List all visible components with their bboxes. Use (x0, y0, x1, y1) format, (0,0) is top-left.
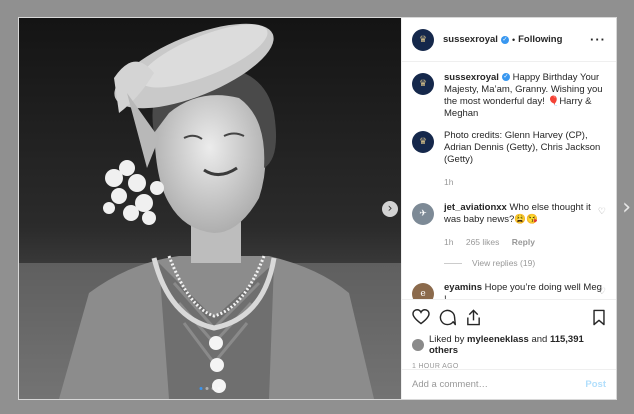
comment-username[interactable]: eyamins (444, 282, 482, 293)
comment-like-icon[interactable]: ♡ (598, 286, 606, 297)
comment-username[interactable]: jet_aviationxx (444, 202, 507, 213)
following-button[interactable]: Following (518, 34, 562, 45)
carousel-dot (199, 387, 203, 390)
caption-credits: ♛ Photo credits: Glenn Harvey (CP), Adri… (412, 130, 606, 188)
liked-prefix: Liked by (429, 334, 465, 345)
comment-text: Photo credits: Glenn Harvey (CP), Adrian… (444, 130, 601, 165)
comments-list: ♛ sussexroyal ✓ Happy Birthday Your Majes… (402, 62, 616, 299)
view-replies-button[interactable]: View replies (19) (444, 258, 606, 268)
like-heart-icon[interactable] (412, 309, 430, 325)
royal-monogram-icon[interactable]: ♛ (412, 131, 434, 153)
comment-like-icon[interactable]: ♡ (598, 206, 606, 217)
carousel-dot (205, 387, 209, 390)
comment-item: ✈ jet_aviationxx Who else thought it was… (412, 202, 606, 248)
bookmark-icon[interactable] (592, 309, 606, 326)
royal-monogram-icon[interactable]: ♛ (412, 73, 434, 95)
photo-next-icon[interactable]: › (382, 201, 398, 217)
liked-user-link[interactable]: myleeneklass (467, 334, 529, 345)
royal-monogram-icon[interactable]: ♛ (412, 28, 434, 51)
post-sidebar: ♛ sussexroyal ✓ • Following ··· ♛ sussex… (401, 18, 616, 399)
header-separator: • (511, 34, 516, 45)
comment-time[interactable]: 1h (444, 237, 453, 247)
share-icon[interactable] (465, 308, 482, 326)
verified-badge-icon: ✓ (500, 35, 509, 44)
liked-by-summary: Liked by myleeneklass and 115,391 others (412, 334, 606, 356)
post-photo: › (19, 18, 401, 399)
carousel-indicator (199, 387, 221, 390)
post-header: ♛ sussexroyal ✓ • Following ··· (402, 18, 616, 62)
verified-badge-icon: ✓ (501, 73, 510, 82)
carousel-dot (217, 387, 221, 390)
more-options-icon[interactable]: ··· (590, 32, 606, 47)
header-username[interactable]: sussexroyal (443, 34, 498, 45)
comment-likes[interactable]: 265 likes (466, 237, 500, 247)
add-comment-bar: Post (402, 369, 616, 399)
add-comment-input[interactable] (412, 379, 586, 390)
photo-illustration (19, 18, 401, 399)
comment-time[interactable]: 1h (444, 177, 453, 187)
liked-and: and (531, 334, 548, 345)
carousel-dot (211, 387, 215, 390)
user-avatar[interactable]: ✈ (412, 203, 434, 225)
view-replies-label: View replies (19) (472, 258, 536, 268)
reply-button[interactable]: Reply (512, 237, 535, 247)
post-comment-button[interactable]: Post (585, 379, 606, 390)
user-avatar[interactable]: e (412, 283, 434, 299)
comment-item: e eyamins Hope you’re doing well Meg ! ♡ (412, 282, 606, 299)
comment-username[interactable]: sussexroyal (444, 72, 499, 83)
comment-icon[interactable] (439, 309, 456, 326)
post-actions: Liked by myleeneklass and 115,391 others… (402, 299, 616, 370)
next-post-arrow-icon[interactable]: › (622, 197, 631, 219)
caption-comment: ♛ sussexroyal ✓ Happy Birthday Your Majes… (412, 72, 606, 120)
post-modal: › ♛ sussexroyal ✓ • Following ··· ♛ suss… (18, 17, 617, 400)
replies-divider (444, 262, 462, 264)
liker-avatar[interactable] (412, 339, 424, 351)
